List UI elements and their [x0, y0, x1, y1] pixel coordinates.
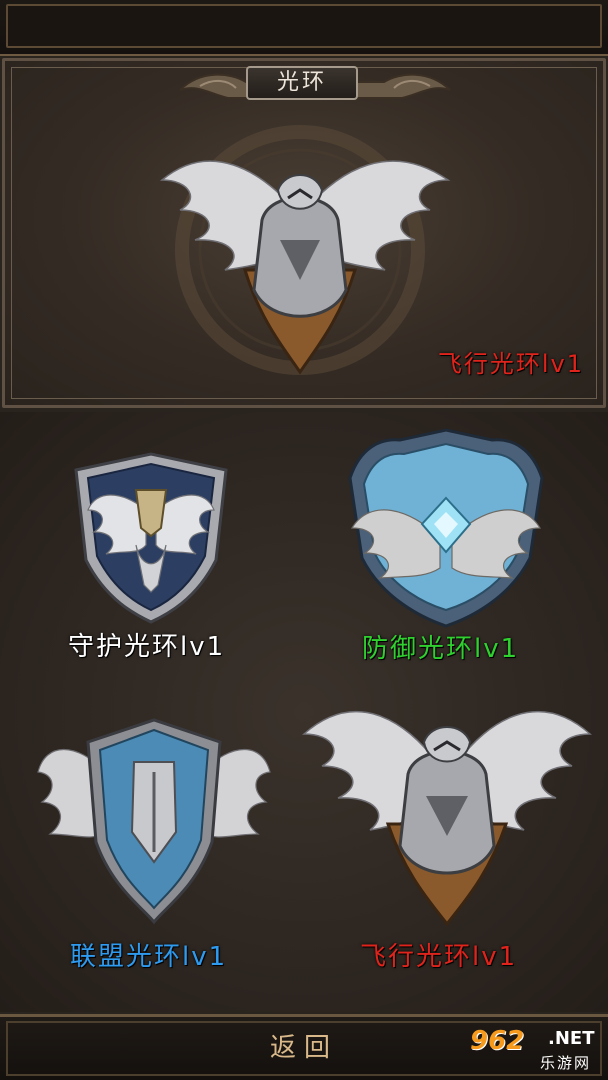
top-bar: [0, 0, 608, 56]
aura-card-guardian[interactable]: 守护光环lv1: [66, 450, 236, 662]
guardian-shield-wings-icon: [74, 452, 228, 624]
aura-label: 守护光环lv1: [68, 632, 226, 662]
winged-eagle-emblem-icon: [159, 125, 451, 375]
featured-aura-label: 飞行光环lv1: [437, 350, 584, 378]
watermark-sub: 乐游网: [540, 1054, 592, 1072]
defense-crystal-shield-icon: [348, 428, 544, 628]
alliance-blue-shield-wings-icon: [37, 718, 271, 925]
flight-eagle-emblem-icon: [302, 711, 592, 927]
aura-card-defense[interactable]: 防御光环lv1: [340, 428, 552, 664]
site-watermark: 962 .NET 乐游网: [470, 1026, 604, 1076]
aura-card-alliance[interactable]: 联盟光环lv1: [36, 712, 272, 972]
aura-label: 防御光环lv1: [362, 634, 520, 664]
watermark-logo: 962: [470, 1026, 525, 1056]
aura-label: 飞行光环lv1: [360, 942, 518, 972]
aura-card-flight[interactable]: 飞行光环lv1: [300, 674, 594, 972]
back-button[interactable]: 返回: [244, 1022, 364, 1074]
watermark-net: .NET: [548, 1028, 595, 1049]
page-title: 光环: [246, 66, 358, 100]
aura-label: 联盟光环lv1: [70, 942, 228, 972]
